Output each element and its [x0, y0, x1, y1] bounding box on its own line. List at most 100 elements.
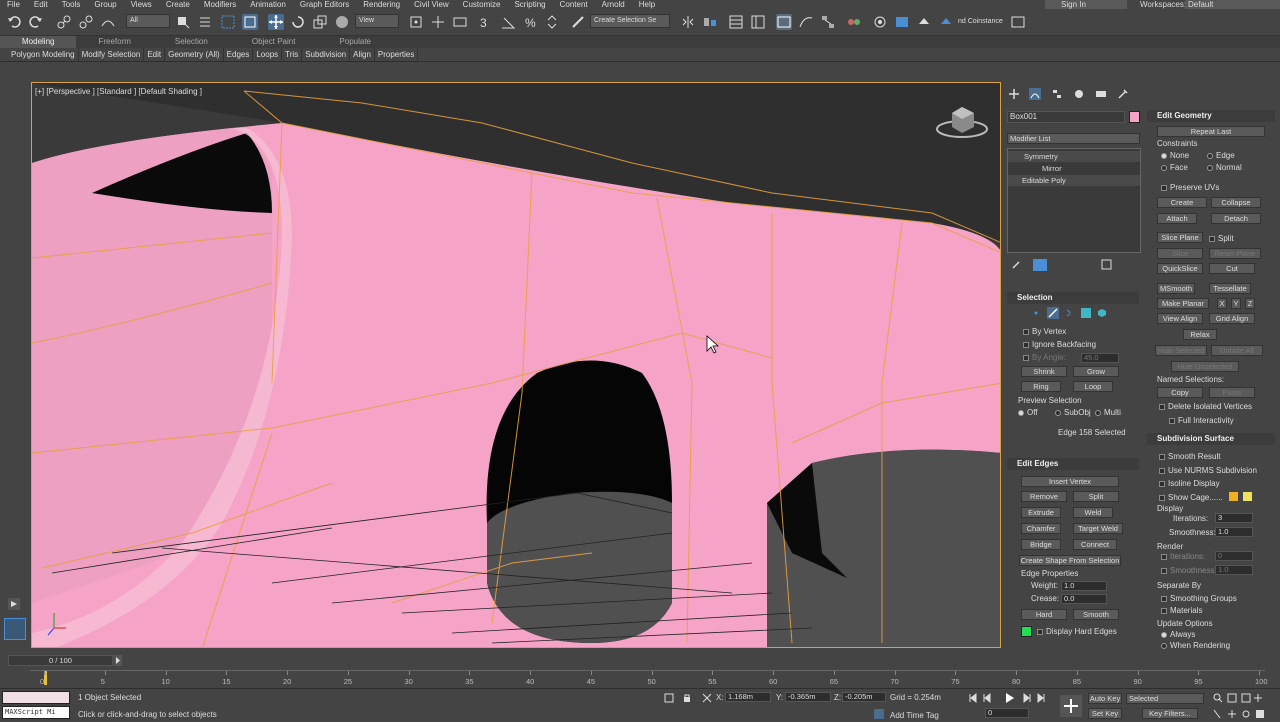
menu-create[interactable]: Create: [159, 0, 197, 9]
spinner-snap-icon[interactable]: [544, 14, 560, 30]
menu-civil-view[interactable]: Civil View: [407, 0, 456, 9]
grow-button[interactable]: Grow: [1073, 366, 1119, 377]
ring-button[interactable]: Ring: [1021, 381, 1061, 392]
constraint-face-radio[interactable]: Face: [1161, 163, 1188, 172]
by-vertex-checkbox[interactable]: By Vertex: [1023, 327, 1066, 336]
object-name-field[interactable]: Box001: [1007, 111, 1125, 123]
angle-snap-icon[interactable]: [500, 14, 516, 30]
select-move-icon[interactable]: [268, 14, 284, 30]
display-tab-icon[interactable]: [1095, 88, 1107, 100]
rendered-frame-window-icon[interactable]: [894, 14, 910, 30]
slice-button[interactable]: Slice: [1157, 248, 1203, 259]
create-tab-icon[interactable]: [1008, 88, 1020, 100]
select-manipulate-icon[interactable]: [430, 14, 446, 30]
update-when-rendering-radio[interactable]: When Rendering: [1161, 641, 1230, 650]
relax-button[interactable]: Relax: [1183, 329, 1217, 340]
select-by-name-icon[interactable]: [197, 14, 213, 30]
menu-content[interactable]: Content: [553, 0, 595, 9]
tab-selection[interactable]: Selection: [153, 36, 230, 48]
border-mode-icon[interactable]: [1065, 308, 1075, 318]
panel-edges[interactable]: Edges: [224, 48, 254, 61]
current-frame-field[interactable]: 0: [985, 708, 1029, 718]
pin-stack-icon[interactable]: [1011, 260, 1021, 270]
polygon-mode-icon[interactable]: [1081, 308, 1091, 318]
viewport-layout-icon[interactable]: [4, 618, 26, 640]
full-interactivity-checkbox[interactable]: Full Interactivity: [1169, 416, 1234, 425]
time-tag-icon[interactable]: [874, 709, 884, 719]
stack-item-mirror[interactable]: Mirror: [1008, 163, 1140, 174]
bind-space-warp-icon[interactable]: [100, 14, 116, 30]
display-iterations-spinner[interactable]: 3: [1215, 513, 1253, 523]
slice-plane-button[interactable]: Slice Plane: [1157, 232, 1203, 243]
split-button[interactable]: Split: [1073, 491, 1119, 502]
hard-edge-color-swatch[interactable]: [1021, 626, 1032, 637]
track-bar-ruler[interactable]: 0 5 10 15 20 25 30 35 40 45 50 55 60 65 70 75 80 85 90 95 10…: [30, 670, 1268, 686]
maxscript-mini-field[interactable]: MAXScript Mi: [2, 706, 70, 719]
preserve-uvs-checkbox[interactable]: Preserve UVs: [1161, 183, 1219, 192]
isoline-checkbox[interactable]: Isoline Display: [1159, 479, 1220, 488]
isolate-selection-icon[interactable]: [664, 693, 674, 703]
expand-arrow-icon[interactable]: [8, 598, 20, 610]
hierarchy-tab-icon[interactable]: [1051, 88, 1063, 100]
use-nurms-checkbox[interactable]: Use NURMS Subdivision: [1159, 466, 1257, 475]
create-shape-button[interactable]: Create Shape From Selection: [1019, 555, 1121, 566]
select-place-icon[interactable]: [334, 14, 350, 30]
paste-button[interactable]: Paste: [1209, 387, 1255, 398]
stack-item-symmetry[interactable]: Symmetry: [1008, 151, 1140, 162]
panel-edit[interactable]: Edit: [144, 48, 166, 61]
smooth-result-checkbox[interactable]: Smooth Result: [1159, 452, 1220, 461]
render-smoothness-checkbox[interactable]: Smoothness:: [1161, 566, 1217, 575]
select-object-icon[interactable]: [175, 14, 191, 30]
motion-tab-icon[interactable]: [1073, 88, 1085, 100]
preview-off-radio[interactable]: Off: [1018, 408, 1038, 417]
menu-file[interactable]: File: [0, 0, 27, 9]
constraint-normal-radio[interactable]: Normal: [1207, 163, 1242, 172]
select-rotate-icon[interactable]: [290, 14, 306, 30]
configure-modifier-sets-icon[interactable]: [1101, 259, 1112, 270]
connect-button[interactable]: Connect: [1073, 539, 1117, 550]
shrink-button[interactable]: Shrink: [1021, 366, 1067, 377]
panel-properties[interactable]: Properties: [375, 48, 419, 61]
panel-align[interactable]: Align: [350, 48, 375, 61]
panel-modify-selection[interactable]: Modify Selection: [79, 48, 145, 61]
key-selected-dropdown[interactable]: Selected: [1126, 693, 1204, 704]
menu-customize[interactable]: Customize: [456, 0, 508, 9]
quickslice-button[interactable]: QuickSlice: [1157, 263, 1203, 274]
vertex-mode-icon[interactable]: [1031, 308, 1041, 318]
menu-help[interactable]: Help: [632, 0, 662, 9]
auto-key-button[interactable]: Auto Key: [1088, 693, 1122, 704]
materials-checkbox[interactable]: Materials: [1161, 606, 1202, 615]
align-icon[interactable]: [702, 14, 718, 30]
window-crossing-icon[interactable]: [242, 14, 258, 30]
display-hard-edges-checkbox[interactable]: Display Hard Edges: [1037, 627, 1117, 636]
menu-group[interactable]: Group: [87, 0, 123, 9]
viewport-label[interactable]: [+] [Perspective ] [Standard ] [Default …: [35, 87, 202, 96]
reset-plane-button[interactable]: Reset Plane: [1209, 248, 1261, 259]
edit-edges-rollout-header[interactable]: Edit Edges: [1007, 458, 1139, 470]
modify-tab-icon[interactable]: [1029, 88, 1041, 100]
cage-selected-color-swatch[interactable]: [1243, 492, 1252, 501]
pivot-center-icon[interactable]: [408, 14, 424, 30]
menu-arnold[interactable]: Arnold: [595, 0, 632, 9]
constraint-edge-radio[interactable]: Edge: [1207, 151, 1235, 160]
unlink-icon[interactable]: [78, 14, 94, 30]
maxscript-listener-field[interactable]: [2, 691, 70, 704]
menu-rendering[interactable]: Rendering: [356, 0, 407, 9]
toggle-scene-explorer-icon[interactable]: [728, 14, 744, 30]
by-angle-checkbox[interactable]: By Angle:: [1023, 353, 1066, 362]
mesh-render[interactable]: [32, 83, 1001, 648]
panel-tris[interactable]: Tris: [282, 48, 303, 61]
extrude-button[interactable]: Extrude: [1021, 507, 1061, 518]
remove-button[interactable]: Remove: [1021, 491, 1067, 502]
attach-button[interactable]: Attach: [1157, 213, 1197, 224]
loop-button[interactable]: Loop: [1073, 381, 1113, 392]
stack-item-editable-poly[interactable]: Editable Poly: [1008, 175, 1140, 186]
utilities-tab-icon[interactable]: [1117, 88, 1129, 100]
menu-views[interactable]: Views: [124, 0, 159, 9]
tab-modeling[interactable]: Modeling: [0, 36, 77, 48]
z-coord-field[interactable]: -0.205m: [842, 692, 886, 702]
keyboard-shortcut-override-icon[interactable]: [452, 14, 468, 30]
tab-populate[interactable]: Populate: [317, 36, 393, 48]
menu-graph-editors[interactable]: Graph Editors: [293, 0, 356, 9]
split-checkbox[interactable]: Split: [1209, 234, 1234, 243]
